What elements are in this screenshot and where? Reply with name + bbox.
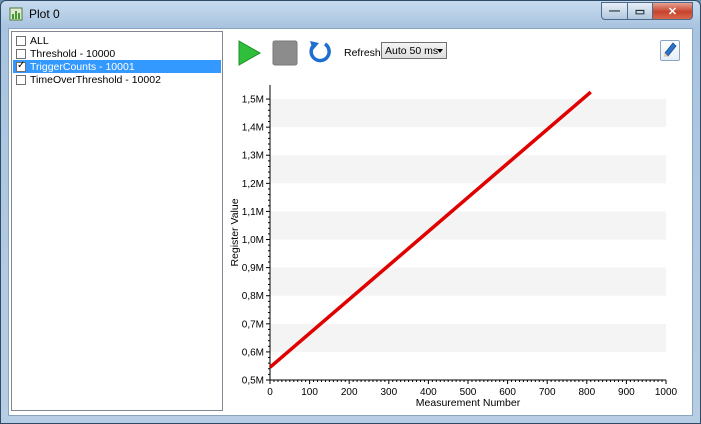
grid-band: [270, 155, 666, 184]
x-tick-label: 1000: [655, 387, 678, 398]
y-tick-label: 0,8M: [242, 291, 264, 302]
channel-item-all[interactable]: ALL: [13, 34, 221, 47]
channel-list[interactable]: ALL Threshold - 10000 ✓ TriggerCounts - …: [11, 31, 223, 411]
x-tick-label: 100: [301, 387, 318, 398]
channel-label: Threshold - 10000: [30, 47, 116, 60]
maximize-button[interactable]: ▭: [627, 2, 653, 20]
grid-band: [270, 267, 666, 296]
x-tick-label: 200: [341, 387, 358, 398]
x-tick-label: 0: [267, 387, 273, 398]
y-tick-label: 0,7M: [242, 319, 264, 330]
play-icon[interactable]: [236, 40, 262, 66]
y-tick-label: 0,9M: [242, 263, 264, 274]
x-tick-label: 700: [539, 387, 556, 398]
y-tick-label: 0,5M: [242, 376, 264, 387]
channel-item-triggercounts[interactable]: ✓ TriggerCounts - 10001: [13, 60, 221, 73]
app-icon: [9, 7, 23, 21]
x-tick-label: 300: [380, 387, 397, 398]
channel-checkbox[interactable]: [16, 35, 26, 46]
channel-label: TimeOverThreshold - 10002: [30, 73, 161, 86]
channel-label: ALL: [30, 34, 49, 47]
close-icon: ✕: [667, 5, 678, 18]
y-tick-label: 1,1M: [242, 207, 264, 218]
y-tick-label: 1,3M: [242, 151, 264, 162]
maximize-icon: ▭: [634, 5, 646, 18]
y-axis-label: Register Value: [229, 198, 241, 266]
refresh-icon[interactable]: [307, 39, 333, 65]
line-chart: 0,5M 0,6M 0,7M 0,8M 0,9M 1,0M 1,1M 1,2M 1,3M 1,4M…: [229, 85, 678, 409]
edit-button[interactable]: [660, 40, 680, 61]
refresh-rate-select[interactable]: Auto 50 ms: [381, 42, 447, 59]
y-tick-label: 1,4M: [242, 123, 264, 134]
x-axis-label: Measurement Number: [416, 397, 521, 409]
channel-item-threshold[interactable]: Threshold - 10000: [13, 47, 221, 60]
channel-item-timeoverthreshold[interactable]: TimeOverThreshold - 10002: [13, 73, 221, 86]
y-tick-label: 1,2M: [242, 179, 264, 190]
channel-checkbox[interactable]: [16, 74, 26, 85]
client-area: ALL Threshold - 10000 ✓ TriggerCounts - …: [8, 28, 693, 416]
close-button[interactable]: ✕: [652, 2, 693, 20]
stop-icon[interactable]: [272, 40, 298, 66]
grid-band: [270, 323, 666, 352]
y-tick-label: 1,5M: [242, 95, 264, 106]
x-tick-label: 800: [578, 387, 595, 398]
x-tick-label: 900: [618, 387, 635, 398]
grid-band: [270, 211, 666, 240]
channel-checkbox[interactable]: ✓: [16, 59, 26, 72]
y-tick-label: 1,0M: [242, 235, 264, 246]
channel-label: TriggerCounts - 10001: [30, 60, 135, 73]
minimize-button[interactable]: —: [601, 2, 628, 20]
window-title: Plot 0: [29, 7, 60, 21]
title-bar[interactable]: Plot 0 — ▭ ✕: [1, 1, 700, 27]
grid-band: [270, 99, 666, 128]
chevron-down-icon: [437, 49, 443, 53]
channel-checkbox[interactable]: [16, 48, 26, 59]
plot-window: Plot 0 — ▭ ✕ ALL Threshold - 10000 ✓ Tri…: [0, 0, 701, 424]
refresh-rate-value: Auto 50 ms: [385, 44, 439, 57]
minimize-icon: —: [609, 5, 620, 17]
y-tick-label: 0,6M: [242, 347, 264, 358]
checkmark-icon: ✓: [17, 59, 26, 71]
pencil-icon: [664, 42, 677, 57]
refresh-label: Refresh: [344, 47, 381, 59]
